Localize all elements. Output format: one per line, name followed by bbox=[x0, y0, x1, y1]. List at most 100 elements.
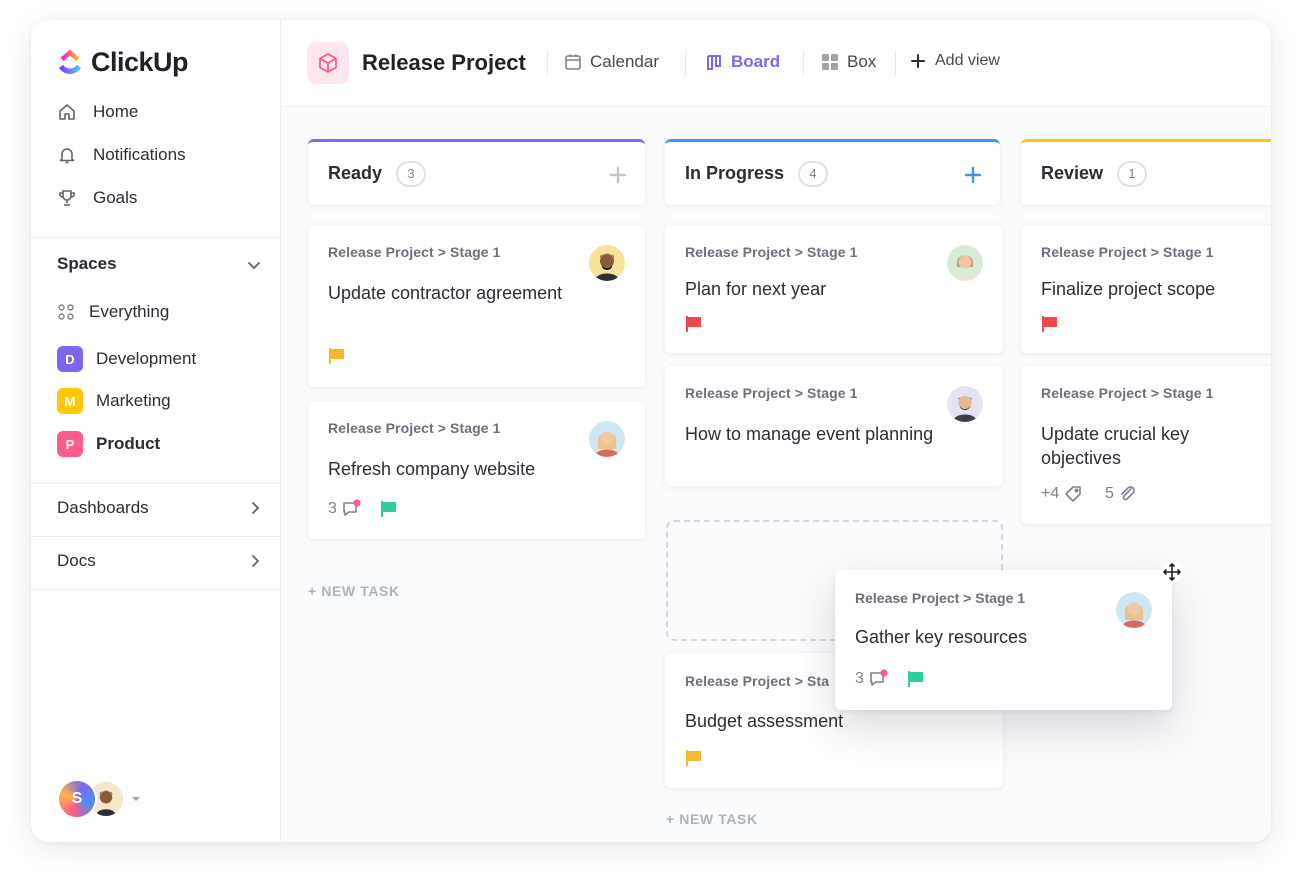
cube-icon bbox=[319, 53, 337, 73]
header-divider bbox=[685, 50, 686, 76]
task-title: Finalize project scope bbox=[1041, 279, 1216, 299]
add-view-button[interactable]: Add view bbox=[909, 52, 1000, 70]
priority-flag-icon[interactable] bbox=[685, 315, 703, 333]
new-task-button[interactable]: + NEW TASK bbox=[308, 583, 400, 599]
plus-icon[interactable] bbox=[964, 166, 982, 184]
comment-icon bbox=[868, 669, 888, 689]
attachment-count: 5 bbox=[1105, 485, 1114, 502]
tab-box[interactable]: Box bbox=[821, 52, 876, 72]
tab-board[interactable]: Board bbox=[705, 52, 780, 72]
task-breadcrumb: Release Project > Sta bbox=[685, 673, 830, 689]
column-header-ready[interactable]: Ready 3 bbox=[308, 139, 645, 205]
spaces-heading[interactable]: Spaces bbox=[57, 254, 117, 274]
sidebar-item-label: Notifications bbox=[93, 145, 186, 164]
task-breadcrumb: Release Project > Stage 1 bbox=[1041, 244, 1214, 260]
sidebar-divider bbox=[31, 589, 281, 590]
space-badge: P bbox=[57, 431, 83, 457]
sidebar-item-notifications[interactable]: Notifications bbox=[57, 145, 186, 165]
priority-flag-icon[interactable] bbox=[907, 670, 925, 688]
board: Ready 3 In Progress 4 Review 1 Release P… bbox=[281, 108, 1271, 842]
task-breadcrumb: Release Project > Stage 1 bbox=[685, 385, 858, 401]
sidebar-item-product[interactable]: P Product bbox=[57, 431, 160, 457]
sidebar-item-development[interactable]: D Development bbox=[57, 346, 196, 372]
dragging-task-card[interactable]: Release Project > Stage 1 Gather key res… bbox=[835, 570, 1172, 710]
column-count: 1 bbox=[1117, 160, 1148, 187]
avatar: S bbox=[57, 779, 97, 819]
tag-icon bbox=[1063, 484, 1083, 504]
header-divider bbox=[547, 50, 548, 76]
assignee-avatar[interactable] bbox=[1116, 592, 1152, 628]
sidebar-item-label: Goals bbox=[93, 188, 138, 207]
task-breadcrumb: Release Project > Stage 1 bbox=[328, 420, 501, 436]
task-card[interactable]: Release Project > Stage 1 Update crucial… bbox=[1021, 366, 1271, 524]
sidebar-item-everything[interactable]: Everything bbox=[57, 302, 169, 322]
person-avatar-icon bbox=[589, 245, 625, 281]
sidebar-item-marketing[interactable]: M Marketing bbox=[57, 388, 171, 414]
column-count: 4 bbox=[798, 160, 829, 187]
tab-label: Board bbox=[731, 52, 781, 71]
priority-flag-icon[interactable] bbox=[328, 347, 346, 365]
priority-flag-icon[interactable] bbox=[1041, 315, 1059, 333]
task-card[interactable]: Release Project > Stage 1 Update contrac… bbox=[308, 225, 645, 387]
tab-label: Box bbox=[847, 52, 877, 71]
task-card[interactable]: Release Project > Stage 1 Plan for next … bbox=[665, 225, 1003, 353]
task-comments[interactable]: 3 bbox=[328, 499, 361, 519]
plus-icon bbox=[911, 54, 925, 68]
caret-down-icon bbox=[132, 797, 140, 801]
sidebar-item-label: Home bbox=[93, 102, 139, 121]
new-task-button[interactable]: + NEW TASK bbox=[666, 811, 758, 827]
sidebar-item-home[interactable]: Home bbox=[57, 102, 138, 122]
assignee-avatar[interactable] bbox=[589, 421, 625, 457]
sidebar-item-label: Marketing bbox=[96, 391, 171, 410]
sidebar-item-docs[interactable]: Docs bbox=[57, 551, 263, 571]
sidebar-item-label: Everything bbox=[89, 302, 170, 321]
header-divider bbox=[803, 50, 804, 76]
column-count: 3 bbox=[396, 160, 427, 187]
task-title: Update contractor agreement bbox=[328, 283, 563, 303]
priority-flag-icon[interactable] bbox=[380, 500, 398, 518]
sidebar-item-label: Product bbox=[96, 434, 161, 453]
plus-icon[interactable] bbox=[609, 166, 627, 184]
assignee-avatar[interactable] bbox=[589, 245, 625, 281]
column-title: In Progress bbox=[685, 163, 785, 183]
comment-icon bbox=[341, 499, 361, 519]
column-header-in-progress[interactable]: In Progress 4 bbox=[665, 139, 1000, 205]
task-breadcrumb: Release Project > Stage 1 bbox=[685, 244, 858, 260]
grid-dots-icon bbox=[58, 304, 74, 320]
priority-flag-icon[interactable] bbox=[685, 749, 703, 767]
task-breadcrumb: Release Project > Stage 1 bbox=[328, 244, 501, 260]
sidebar-item-dashboards[interactable]: Dashboards bbox=[57, 498, 263, 518]
task-card[interactable]: Release Project > Stage 1 Finalize proje… bbox=[1021, 225, 1271, 353]
sidebar-item-goals[interactable]: Goals bbox=[57, 188, 137, 208]
box-grid-icon bbox=[822, 54, 838, 70]
calendar-icon bbox=[565, 54, 581, 70]
column-title: Ready bbox=[328, 163, 383, 183]
space-badge: D bbox=[57, 346, 83, 372]
home-icon bbox=[59, 104, 75, 120]
column-header-review[interactable]: Review 1 bbox=[1021, 139, 1271, 205]
project-icon bbox=[307, 42, 349, 84]
task-title: Budget assessment bbox=[685, 711, 844, 731]
header-divider bbox=[895, 50, 896, 76]
tab-calendar[interactable]: Calendar bbox=[564, 52, 659, 72]
header: Release Project Calendar Board Box Add v… bbox=[281, 20, 1271, 107]
task-card[interactable]: Release Project > Stage 1 Refresh compan… bbox=[308, 401, 645, 539]
task-attachments[interactable]: 5 bbox=[1105, 484, 1138, 504]
page-title: Release Project bbox=[362, 50, 526, 75]
person-avatar-icon bbox=[1116, 592, 1152, 628]
user-menu[interactable]: S bbox=[57, 779, 141, 819]
task-title: Plan for next year bbox=[685, 279, 827, 299]
task-breadcrumb: Release Project > Stage 1 bbox=[855, 590, 1026, 606]
task-tags[interactable]: +4 bbox=[1041, 484, 1083, 504]
app-window: ClickUp Home Notifications Goals Spaces … bbox=[31, 20, 1271, 842]
task-comments[interactable]: 3 bbox=[855, 669, 888, 689]
assignee-avatar[interactable] bbox=[947, 245, 983, 281]
chevron-right-icon bbox=[252, 555, 260, 567]
task-card[interactable]: Release Project > Stage 1 How to manage … bbox=[665, 366, 1003, 486]
clickup-logo[interactable]: ClickUp bbox=[57, 46, 189, 78]
task-title: How to manage event planning bbox=[685, 424, 934, 444]
assignee-avatar[interactable] bbox=[947, 386, 983, 422]
comment-count: 3 bbox=[855, 670, 864, 687]
sidebar-item-label: Docs bbox=[57, 551, 96, 570]
chevron-down-icon[interactable] bbox=[245, 256, 263, 274]
